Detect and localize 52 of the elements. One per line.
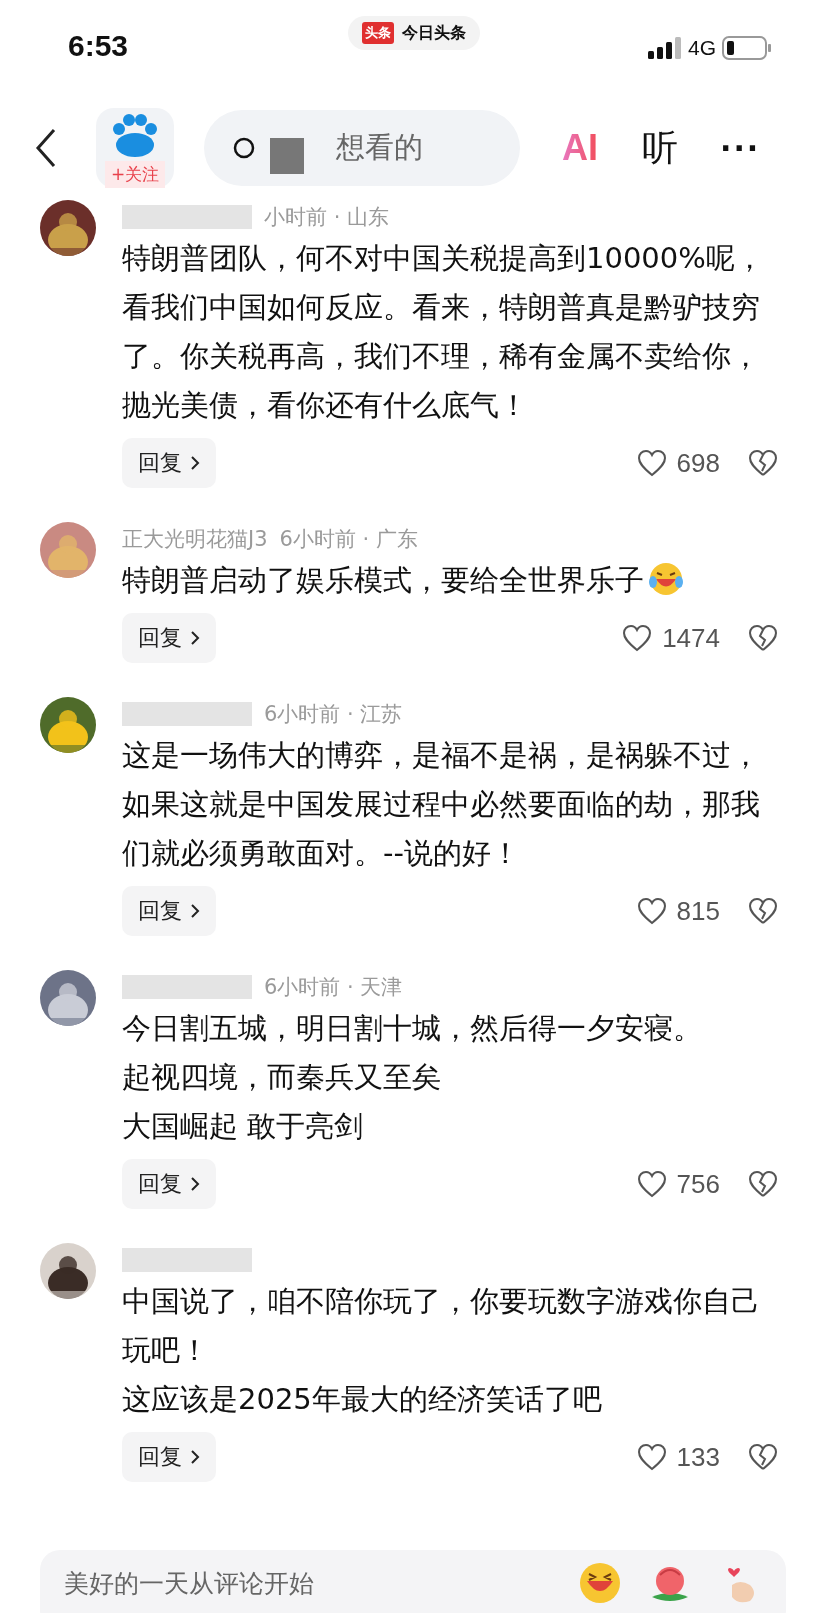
listen-button[interactable]: 听 <box>642 123 678 173</box>
reply-button[interactable]: 回复 <box>122 1159 216 1209</box>
broken-heart-icon[interactable] <box>748 1170 778 1198</box>
reply-button[interactable]: 回复 <box>122 613 216 663</box>
like-count: 698 <box>676 447 720 479</box>
app-name: 今日头条 <box>402 22 466 44</box>
chevron-icon <box>190 455 200 471</box>
comment-text: 起视四境，而秦兵又至矣 <box>122 1059 442 1096</box>
comment-input-field[interactable]: 美好的一天从评论开始 <box>40 1550 786 1613</box>
comment-text: 今日割五城，明日割十城，然后得一夕安寝。 <box>122 1010 703 1047</box>
battery-icon <box>722 36 772 60</box>
heart-icon[interactable] <box>636 897 667 925</box>
like-count: 756 <box>676 1168 720 1200</box>
broken-heart-icon[interactable] <box>748 1443 778 1471</box>
comment-meta: 6小时前 · 天津 <box>264 974 403 1001</box>
comment-text: 中国说了，咱不陪你玩了，你要玩数字游戏你自己玩吧！ <box>122 1283 761 1369</box>
heart-icon[interactable] <box>636 1443 667 1471</box>
heart-icon[interactable] <box>636 1170 667 1198</box>
like-count: 133 <box>676 1441 720 1473</box>
search-icon <box>232 136 256 160</box>
comment-text: 特朗普启动了娱乐模式，要给全世界乐子 <box>122 556 770 605</box>
paw-avatar-icon[interactable] <box>111 113 159 157</box>
app-badge: 头条 <box>362 22 394 44</box>
like-count: 815 <box>676 895 720 927</box>
broken-heart-icon[interactable] <box>748 449 778 477</box>
comment-text: 大国崛起 敢于亮剑 <box>122 1108 365 1145</box>
chevron-icon <box>190 1449 200 1465</box>
chevron-icon <box>190 1176 200 1192</box>
comment-text: 这应该是2025年最大的经济笑话了吧 <box>122 1381 603 1418</box>
comment-text: 特朗普团队，何不对中国关税提高到10000%呢，看我们中国如何反应。看来，特朗普真是黔驴技穷了。你关税再高，我们不理，稀有金属不卖给你，抛光美债，看你还有什么底气！ <box>122 240 765 424</box>
broken-heart-icon[interactable] <box>748 624 778 652</box>
like-count: 1474 <box>662 622 720 654</box>
chevron-icon <box>190 903 200 919</box>
reply-button[interactable]: 回复 <box>122 438 216 488</box>
comment-meta: 6小时前 · 广东 <box>279 526 418 553</box>
heart-icon[interactable] <box>622 624 653 652</box>
comment-text: 这是一场伟大的博弈，是福不是祸，是祸躲不过，如果这就是中国发展过程中必然要面临的劫，那我们就必须勇敢面对。--说的好！ <box>122 737 761 872</box>
search-field[interactable]: 想看的 <box>204 110 520 186</box>
reply-button[interactable]: 回复 <box>122 1432 216 1482</box>
more-button[interactable]: ··· <box>720 130 761 166</box>
signal-icon <box>648 37 682 59</box>
comment-meta: 6小时前 · 江苏 <box>264 701 403 728</box>
broken-heart-icon[interactable] <box>748 897 778 925</box>
network-label: 4G <box>688 36 716 60</box>
grinning-emoji-icon[interactable] <box>578 1561 622 1605</box>
status-time: 6:53 <box>68 29 129 63</box>
redaction-block <box>270 138 304 174</box>
back-icon[interactable] <box>34 128 58 168</box>
heart-icon[interactable] <box>636 449 667 477</box>
comment-meta: 小时前 · 山东 <box>264 204 390 231</box>
reply-button[interactable]: 回复 <box>122 886 216 936</box>
chevron-icon <box>190 630 200 646</box>
